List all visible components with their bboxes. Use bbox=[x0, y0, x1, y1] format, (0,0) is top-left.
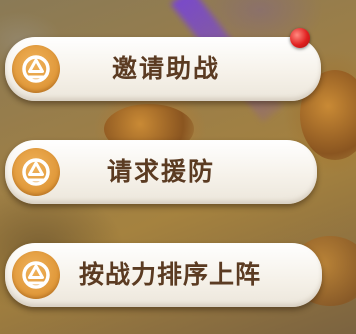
sort-by-power-label: 按战力排序上阵 bbox=[79, 260, 262, 289]
sort-by-power-button[interactable]: 按战力排序上阵 bbox=[5, 243, 322, 307]
request-defense-button[interactable]: 请求援防 bbox=[5, 140, 317, 204]
invite-assist-label: 邀请助战 bbox=[112, 54, 221, 83]
battle-emblem-icon bbox=[12, 45, 60, 93]
notification-dot bbox=[290, 28, 310, 48]
battle-emblem-icon bbox=[12, 251, 60, 299]
battle-emblem-icon bbox=[12, 148, 60, 196]
invite-assist-button[interactable]: 邀请助战 bbox=[5, 37, 321, 101]
request-defense-label: 请求援防 bbox=[107, 157, 216, 186]
